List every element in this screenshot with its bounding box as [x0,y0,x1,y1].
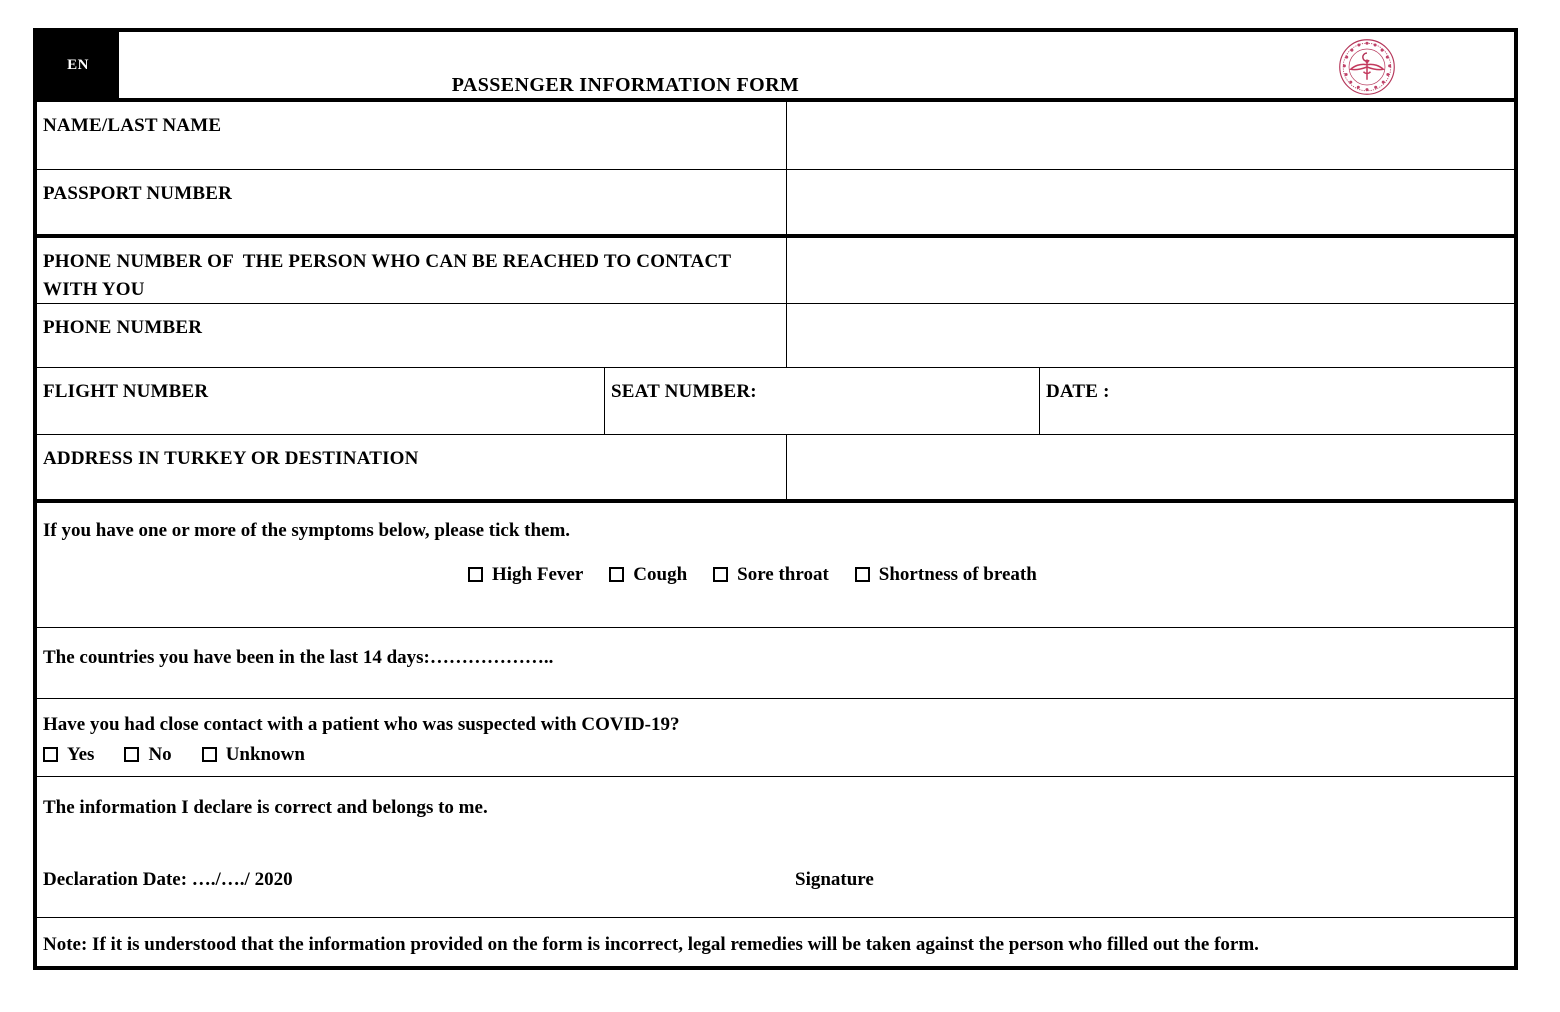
field-label: NAME/LAST NAME [43,115,222,136]
passport-number-input[interactable] [787,170,1514,234]
flight-number-label: FLIGHT NUMBER [43,381,209,402]
symptom-option-high-fever[interactable]: High Fever [468,564,583,586]
checkbox-icon[interactable] [43,747,58,762]
symptoms-section: If you have one or more of the symptoms … [37,503,1514,628]
field-row-emergency-contact-phone: PHONE NUMBER OF THE PERSON WHO CAN BE RE… [37,238,1514,304]
form-header: EN PASSENGER INFORMATION FORM [37,32,1514,102]
field-row-phone: PHONE NUMBER [37,304,1514,368]
symptom-option-sore-throat[interactable]: Sore throat [713,564,829,586]
page-title: PASSENGER INFORMATION FORM [451,74,800,96]
countries-section: The countries you have been in the last … [37,628,1514,699]
contact-option-label: Unknown [225,743,305,765]
field-label: PHONE NUMBER [43,317,203,338]
date-cell: DATE : [1040,368,1514,434]
signature-label[interactable]: Signature [795,869,874,891]
field-row-address: ADDRESS IN TURKEY OR DESTINATION [37,435,1514,503]
field-row-name: NAME/LAST NAME [37,102,1514,170]
checkbox-icon[interactable] [201,747,217,762]
symptom-label: Cough [633,563,688,585]
covid-contact-question: Have you had close contact with a patien… [43,714,680,735]
checkbox-icon[interactable] [713,567,729,582]
date-label: DATE : [1046,381,1110,402]
declaration-date-label[interactable]: Declaration Date: …./…./ 2020 [43,869,795,891]
symptoms-prompt: If you have one or more of the symptoms … [43,520,571,541]
flight-number-cell: FLIGHT NUMBER [37,368,605,434]
contact-option-label: No [148,743,172,765]
address-label: ADDRESS IN TURKEY OR DESTINATION [43,448,419,469]
address-input[interactable] [787,435,1514,499]
symptom-label: Shortness of breath [878,563,1037,585]
symptom-label: High Fever [492,563,584,585]
field-row-flight-seat-date: FLIGHT NUMBER SEAT NUMBER: DATE : [37,368,1514,435]
contact-option-unknown[interactable]: Unknown [201,743,305,766]
symptom-option-shortness-of-breath[interactable]: Shortness of breath [854,563,1037,586]
countries-question: The countries you have been in the last … [43,647,554,668]
field-label: PASSPORT NUMBER [43,183,233,204]
contact-option-no[interactable]: No [124,743,172,766]
checkbox-icon[interactable] [124,747,140,762]
declaration-statement: The information I declare is correct and… [43,797,488,818]
ministry-of-health-seal-icon [1338,38,1396,96]
seat-number-cell: SEAT NUMBER: [605,368,1040,434]
declaration-date-signature-row: Declaration Date: …./…./ 2020 Signature [43,869,1504,891]
checkbox-icon[interactable] [468,567,483,582]
checkbox-icon[interactable] [854,567,870,582]
field-label-cell: PHONE NUMBER OF THE PERSON WHO CAN BE RE… [37,238,787,303]
field-label-cell: ADDRESS IN TURKEY OR DESTINATION [37,435,787,499]
field-label-cell: PASSPORT NUMBER [37,170,787,234]
symptom-label: Sore throat [737,563,829,585]
field-row-passport: PASSPORT NUMBER [37,170,1514,238]
phone-number-input[interactable] [787,304,1514,367]
field-label-cell: NAME/LAST NAME [37,102,787,169]
emergency-contact-phone-input[interactable] [787,238,1514,303]
note-text: Note: If it is understood that the infor… [43,934,1259,955]
symptom-option-cough[interactable]: Cough [609,564,687,586]
field-label: PHONE NUMBER OF THE PERSON WHO CAN BE RE… [43,251,736,300]
seat-number-label: SEAT NUMBER: [611,381,757,402]
checkbox-icon[interactable] [609,567,625,582]
note-section: Note: If it is understood that the infor… [37,918,1514,969]
contact-option-yes[interactable]: Yes [43,744,94,766]
document-page: EN PASSENGER INFORMATION FORM NAME/LAST … [0,0,1560,1012]
declaration-section: The information I declare is correct and… [37,777,1514,918]
covid-contact-checkbox-group: Yes No Unknown [43,744,1504,766]
passenger-information-form: EN PASSENGER INFORMATION FORM NAME/LAST … [33,28,1518,970]
contact-option-label: Yes [67,743,95,765]
covid-contact-section: Have you had close contact with a patien… [37,699,1514,777]
name-input[interactable] [787,102,1514,169]
symptoms-checkbox-group: High Fever Cough Sore throat Shortness o… [43,564,1504,586]
field-label-cell: PHONE NUMBER [37,304,787,367]
